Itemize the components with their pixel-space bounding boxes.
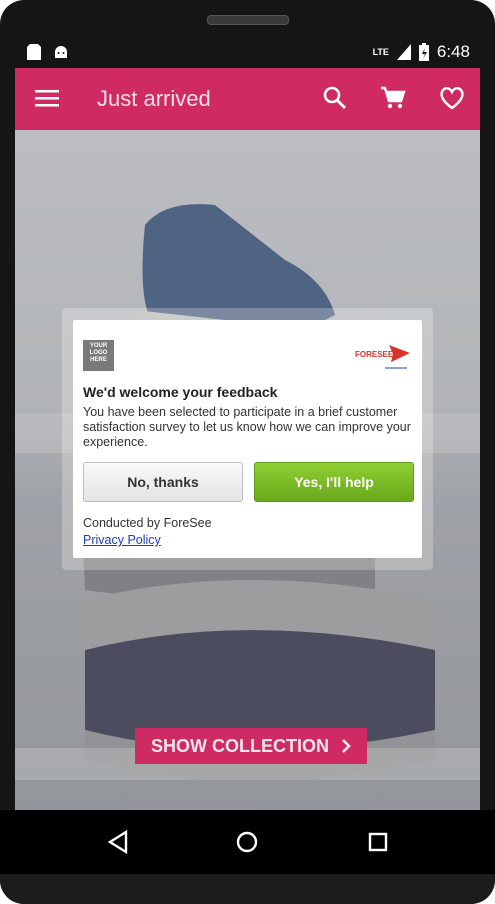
sd-card-icon bbox=[27, 44, 41, 60]
show-collection-label: SHOW COLLECTION bbox=[151, 735, 329, 756]
app-screen: Just arrived SHOW COLLECTION YOUR LOGO H… bbox=[15, 68, 480, 810]
network-label: LTE bbox=[372, 47, 389, 57]
conducted-by-text: Conducted by ForeSee bbox=[83, 516, 212, 530]
dialog-title: We'd welcome your feedback bbox=[83, 384, 278, 400]
foresee-logo: FORESEE bbox=[355, 345, 410, 369]
logo-text: YOUR LOGO HERE bbox=[89, 343, 108, 363]
feedback-dialog: YOUR LOGO HERE FORESEE We'd welcome your… bbox=[73, 320, 422, 558]
back-icon[interactable] bbox=[104, 828, 132, 856]
device-frame: LTE 6:48 Just arrived SHOW COLLECTION YO… bbox=[0, 0, 495, 904]
recents-icon[interactable] bbox=[364, 828, 392, 856]
chevron-right-icon bbox=[342, 739, 351, 753]
foresee-logo-text: FORESEE bbox=[355, 350, 394, 359]
show-collection-button[interactable]: SHOW COLLECTION bbox=[135, 728, 367, 764]
status-bar: LTE 6:48 bbox=[15, 36, 480, 68]
home-icon[interactable] bbox=[233, 828, 261, 856]
cart-icon[interactable] bbox=[379, 84, 407, 112]
page-title: Just arrived bbox=[97, 86, 211, 111]
heart-icon[interactable] bbox=[438, 84, 466, 112]
yes-help-button[interactable]: Yes, I'll help bbox=[254, 462, 414, 502]
company-logo-placeholder: YOUR LOGO HERE bbox=[83, 340, 114, 371]
system-nav-bar bbox=[0, 810, 495, 874]
signal-icon bbox=[396, 44, 411, 60]
android-icon bbox=[55, 46, 67, 58]
battery-icon bbox=[418, 43, 429, 61]
clock: 6:48 bbox=[436, 42, 470, 61]
search-icon[interactable] bbox=[321, 84, 349, 112]
privacy-policy-link[interactable]: Privacy Policy bbox=[83, 533, 161, 547]
speaker-grille bbox=[207, 15, 289, 25]
dialog-message: You have been selected to participate in… bbox=[83, 405, 411, 449]
menu-icon[interactable] bbox=[35, 88, 59, 108]
app-bar: Just arrived bbox=[15, 68, 480, 130]
device-bottom-edge bbox=[0, 874, 495, 904]
no-thanks-button[interactable]: No, thanks bbox=[83, 462, 243, 502]
